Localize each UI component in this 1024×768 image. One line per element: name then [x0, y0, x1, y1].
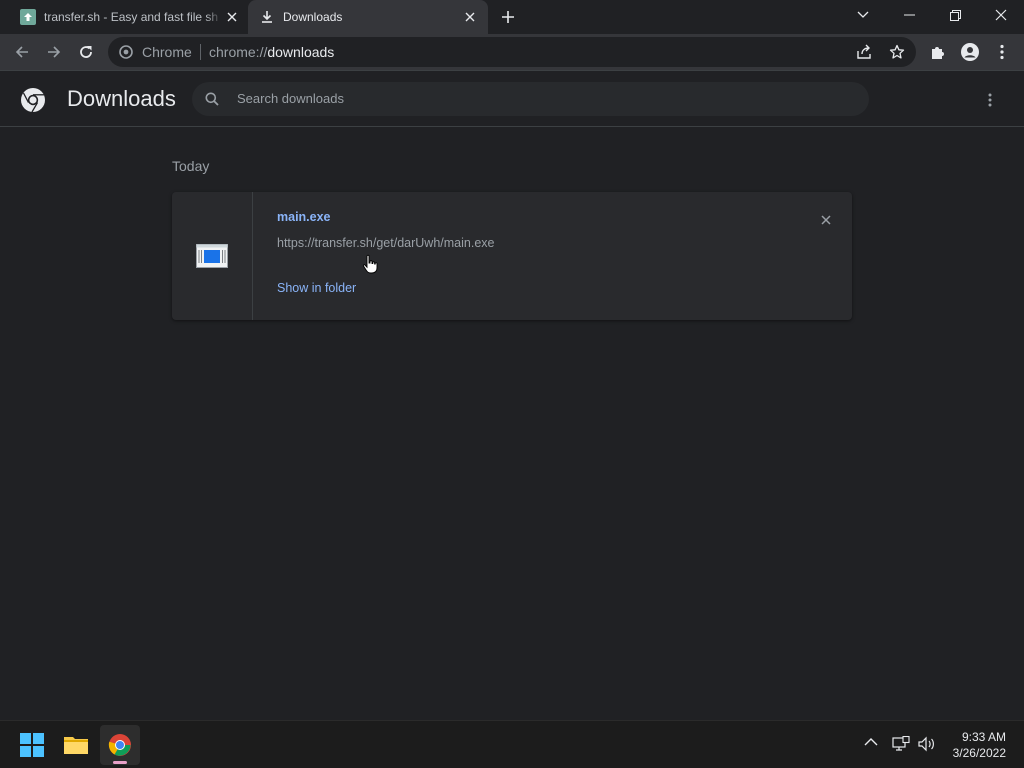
extensions-puzzle-icon[interactable] — [924, 38, 952, 66]
omnibox-chip: Chrome — [142, 44, 192, 60]
show-hidden-icons-chevron-icon[interactable] — [864, 737, 882, 753]
network-icon[interactable] — [892, 736, 910, 752]
search-placeholder: Search downloads — [237, 91, 344, 106]
browser-menu-button[interactable] — [988, 38, 1016, 66]
show-in-folder-link[interactable]: Show in folder — [277, 281, 356, 295]
exe-file-icon — [196, 244, 228, 268]
downloads-content: Today main.exe https://transfer.sh/get/d… — [0, 128, 1024, 720]
address-bar[interactable]: Chrome chrome://downloads — [108, 37, 916, 67]
tab-title: Downloads — [283, 10, 343, 24]
downloads-header: Downloads Search downloads — [0, 70, 1024, 127]
windows-taskbar: 9:33 AM 3/26/2022 — [0, 720, 1024, 768]
remove-download-button[interactable] — [818, 212, 834, 228]
download-filename-link[interactable]: main.exe — [277, 210, 331, 224]
active-app-indicator — [113, 761, 127, 764]
share-icon[interactable] — [856, 44, 872, 60]
profile-avatar-icon[interactable] — [956, 38, 984, 66]
close-tab-button[interactable] — [224, 9, 240, 25]
volume-icon[interactable] — [917, 736, 937, 752]
reload-button[interactable] — [72, 38, 100, 66]
windows-start-icon[interactable] — [12, 725, 52, 765]
new-tab-button[interactable] — [500, 9, 516, 25]
forward-button[interactable] — [40, 38, 68, 66]
minimize-button[interactable] — [886, 0, 932, 30]
tab-transfer-sh[interactable]: transfer.sh - Easy and fast file sharing… — [10, 0, 248, 34]
download-icon — [260, 10, 274, 24]
back-button[interactable] — [8, 38, 36, 66]
file-explorer-icon[interactable] — [56, 725, 96, 765]
taskbar-time[interactable]: 9:33 AM — [962, 730, 1006, 744]
downloads-menu-button[interactable] — [980, 90, 1000, 110]
chrome-logo-icon — [20, 87, 46, 113]
url-text: chrome://downloads — [209, 44, 335, 60]
restore-button[interactable] — [932, 0, 978, 30]
download-source-url[interactable]: https://transfer.sh/get/darUwh/main.exe — [277, 236, 494, 250]
tab-strip: transfer.sh - Easy and fast file sharing… — [0, 0, 1024, 34]
tab-downloads[interactable]: Downloads — [248, 0, 488, 34]
close-window-button[interactable] — [978, 0, 1024, 30]
tab-search-button[interactable] — [840, 0, 886, 30]
download-item: main.exe https://transfer.sh/get/darUwh/… — [172, 192, 852, 320]
search-downloads-field[interactable]: Search downloads — [192, 82, 869, 116]
omnibox-divider — [200, 44, 201, 60]
tab-title: transfer.sh - Easy and fast file sharing… — [44, 10, 218, 24]
chrome-logo-icon — [119, 45, 133, 59]
search-icon — [205, 92, 219, 106]
chrome-taskbar-icon[interactable] — [100, 725, 140, 765]
page-title: Downloads — [67, 86, 176, 111]
browser-toolbar: Chrome chrome://downloads — [0, 34, 1024, 70]
date-section-label: Today — [172, 158, 210, 174]
taskbar-date[interactable]: 3/26/2022 — [953, 746, 1006, 760]
bookmark-star-icon[interactable] — [889, 44, 905, 60]
card-divider — [252, 192, 253, 320]
close-tab-button[interactable] — [462, 9, 478, 25]
mouse-cursor-icon — [362, 254, 378, 274]
transfer-upload-icon — [20, 9, 36, 25]
